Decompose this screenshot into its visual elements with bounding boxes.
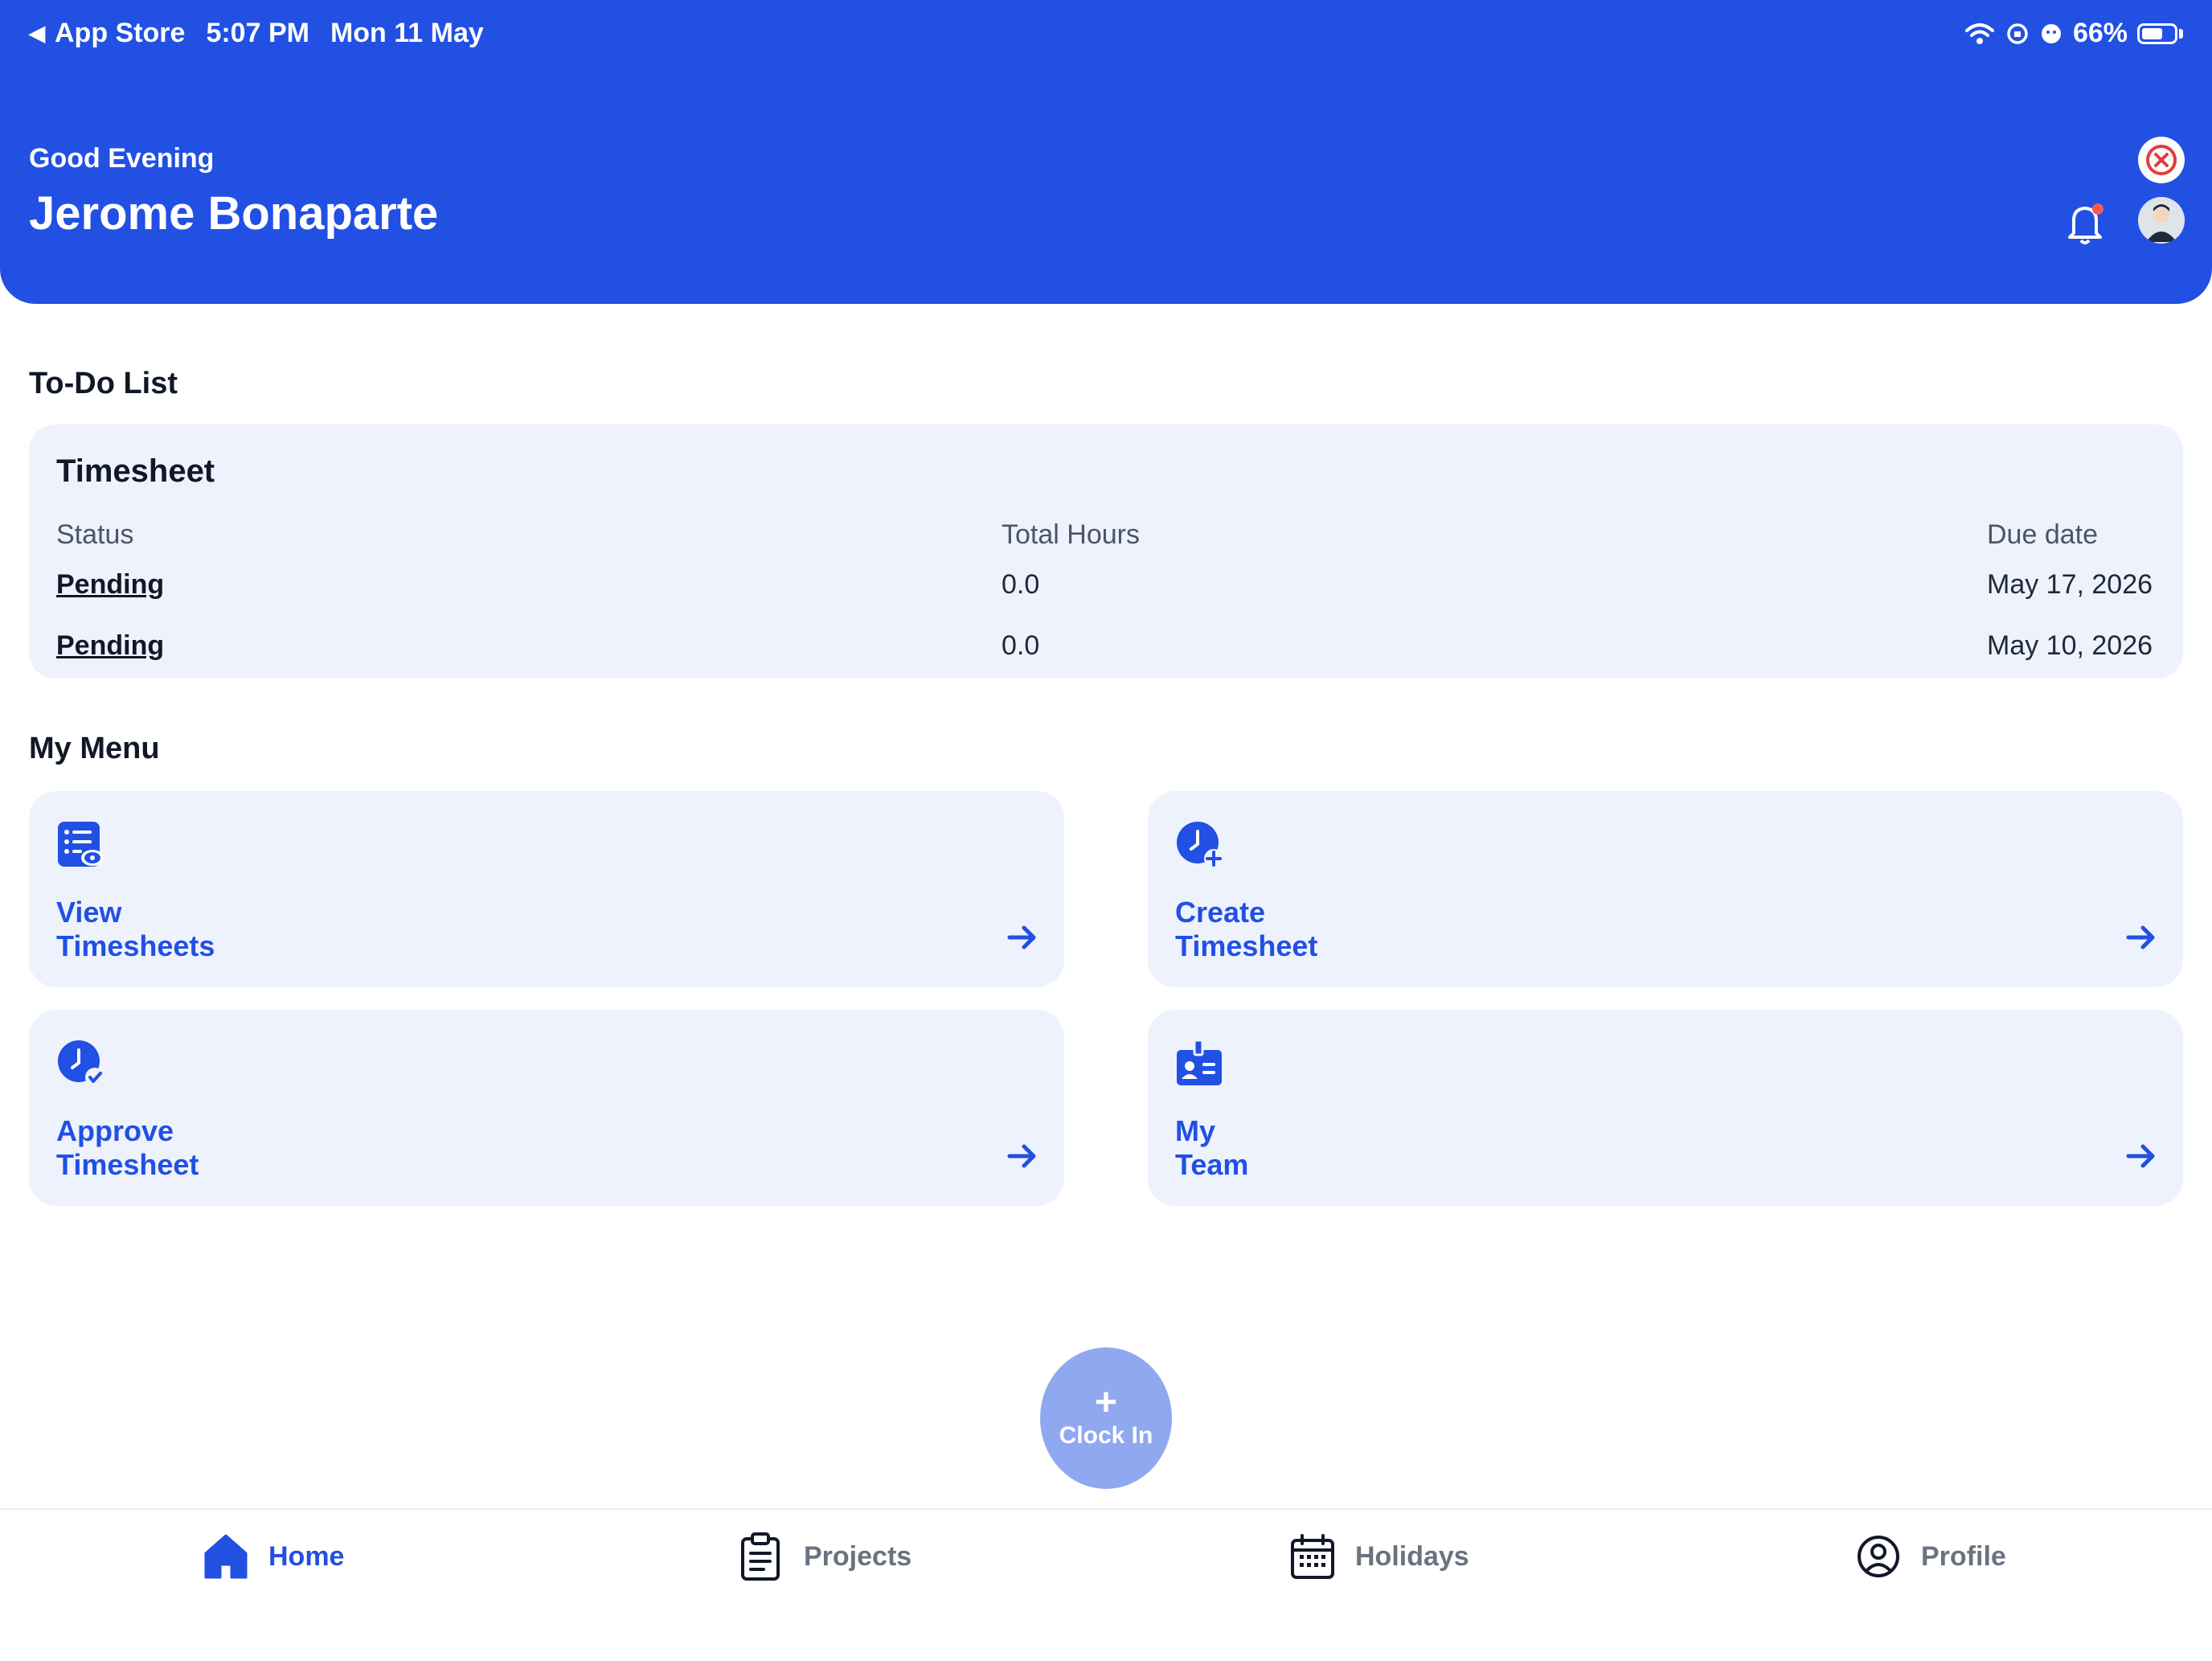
row-status-link[interactable]: Pending (56, 569, 164, 601)
back-to-app-label[interactable]: App Store (55, 18, 185, 49)
home-icon (204, 1534, 248, 1579)
user-name: Jerome Bonaparte (29, 187, 439, 240)
clock-plus-icon (1177, 822, 1223, 868)
orientation-lock-icon (2007, 23, 2028, 44)
clock-check-icon (58, 1040, 104, 1087)
wifi-icon (1964, 23, 1994, 44)
timesheet-card-title: Timesheet (56, 453, 215, 489)
status-time: 5:07 PM (206, 18, 309, 48)
id-badge-icon (1177, 1039, 1222, 1085)
focus-moon-icon (2041, 23, 2061, 43)
todo-section-title: To-Do List (29, 367, 178, 400)
nav-item-profile[interactable]: Profile (1855, 1532, 2006, 1581)
status-date: Mon 11 May (330, 18, 484, 48)
back-triangle-icon[interactable]: ◀ (29, 21, 45, 46)
column-header-status: Status (56, 519, 134, 550)
arrow-right-icon (1007, 1144, 1036, 1168)
my-team-card[interactable]: My Team (1148, 1010, 2183, 1206)
clipboard-icon (741, 1532, 780, 1581)
view-timesheets-card[interactable]: View Timesheets (29, 791, 1064, 987)
bell-icon[interactable] (2064, 199, 2108, 248)
nav-item-home[interactable]: Home (203, 1532, 344, 1581)
nav-item-projects[interactable]: Projects (738, 1532, 911, 1581)
battery-percent: 66% (2072, 18, 2128, 48)
column-header-due-date: Due date (1987, 519, 2098, 550)
nav-label: Profile (1921, 1540, 2006, 1572)
calendar-icon (1291, 1534, 1334, 1579)
avatar[interactable] (2138, 197, 2185, 244)
battery-icon (2137, 23, 2177, 44)
status-bar: ◀ App Store 5:07 PM Mon 11 May 66% (29, 13, 2183, 58)
clock-in-label: Clock In (1059, 1422, 1153, 1449)
app-header: ◀ App Store 5:07 PM Mon 11 May 66% Good … (0, 0, 2212, 304)
row-total-hours: 0.0 (1002, 569, 1040, 600)
arrow-right-icon (2126, 1144, 2155, 1168)
arrow-right-icon (2126, 925, 2155, 949)
menu-item-label: Create Timesheet (1175, 896, 1318, 962)
nav-label: Home (268, 1540, 345, 1572)
greeting-text: Good Evening (29, 143, 215, 174)
timesheet-todo-card: Timesheet Status Total Hours Due date Pe… (29, 424, 2183, 679)
column-header-total-hours: Total Hours (1002, 519, 1140, 550)
arrow-right-icon (1007, 925, 1036, 949)
approve-timesheet-card[interactable]: Approve Timesheet (29, 1010, 1064, 1206)
create-timesheet-card[interactable]: Create Timesheet (1148, 791, 2183, 987)
close-circle-icon[interactable] (2138, 137, 2185, 183)
nav-item-holidays[interactable]: Holidays (1289, 1532, 1469, 1581)
list-view-icon (58, 822, 104, 867)
bottom-navigation: Home Projects Holidays Profile (0, 1508, 2212, 1661)
user-circle-icon (1858, 1536, 1899, 1577)
row-due-date: May 17, 2026 (1987, 569, 2153, 600)
clock-in-button[interactable]: + Clock In (1040, 1347, 1172, 1489)
row-status-link[interactable]: Pending (56, 630, 164, 662)
nav-label: Projects (804, 1540, 912, 1572)
menu-item-label: My Team (1175, 1114, 1249, 1181)
row-total-hours: 0.0 (1002, 630, 1040, 661)
menu-item-label: View Timesheets (56, 896, 215, 962)
menu-section-title: My Menu (29, 732, 160, 765)
plus-icon: + (1094, 1381, 1118, 1424)
nav-label: Holidays (1355, 1540, 1469, 1572)
menu-item-label: Approve Timesheet (56, 1114, 199, 1181)
row-due-date: May 10, 2026 (1987, 630, 2153, 661)
battery-cap (2179, 28, 2183, 39)
